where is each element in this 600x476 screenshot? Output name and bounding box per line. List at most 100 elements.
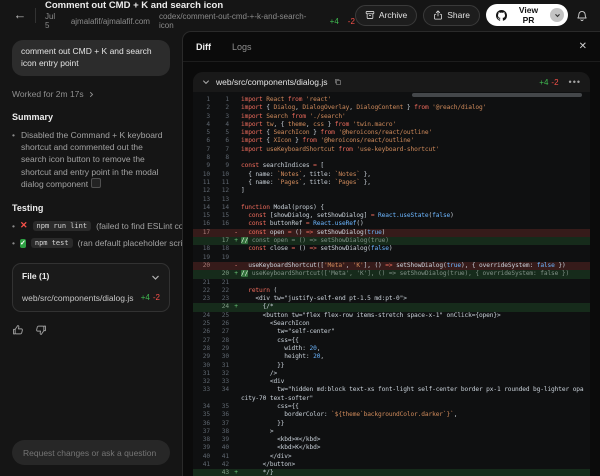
close-icon[interactable]: ✕: [579, 41, 587, 52]
branch-name: codex/comment-out-cmd-+-k-and-search-ico…: [159, 12, 321, 30]
file-diff-counts: +4 -2: [141, 293, 160, 302]
diff-row: 3839 <kbd>⌘</kbd>: [193, 436, 590, 444]
diff-row: 1111 { name: `Pages`, title: `Pages` },: [193, 179, 590, 187]
test-command: npm run lint: [33, 221, 92, 231]
chevron-right-icon: [88, 89, 95, 99]
thumbs-up-button[interactable]: [12, 322, 24, 337]
worked-for-label: Worked for 2m 17s: [12, 89, 84, 99]
diff-row: 66import { XIcon } from '@heroicons/reac…: [193, 137, 590, 145]
share-icon: [433, 10, 443, 20]
header-divider: [35, 8, 36, 23]
diff-row: 3132 />: [193, 370, 590, 378]
header-actions: Archive Share View PR: [355, 4, 590, 26]
pass-icon: ✓: [20, 239, 26, 248]
diff-row: 2930 height: 20,: [193, 353, 590, 361]
citation-icon[interactable]: [91, 178, 101, 188]
test-row: • ✓ npm test (ran default placeholder sc…: [12, 238, 170, 248]
diff-row: 1515 const [showDialog, setShowDialog] =…: [193, 212, 590, 220]
diff-row: 2526 <SearchIcon: [193, 320, 590, 328]
diff-file-path: web/src/components/dialog.js: [216, 77, 328, 87]
bullet-icon: •: [12, 129, 15, 191]
share-button[interactable]: Share: [423, 5, 480, 26]
file-list-item[interactable]: web/src/components/dialog.js +4 -2: [13, 287, 169, 311]
diff-row: 4041 </div>: [193, 453, 590, 461]
copy-icon[interactable]: [334, 78, 342, 86]
files-card: File (1) web/src/components/dialog.js +4…: [12, 263, 170, 311]
diff-code: 11import React from 'react'22import { Di…: [193, 92, 590, 476]
app-window: ← Comment out CMD + K and search icon Ju…: [0, 0, 600, 476]
github-icon: [496, 9, 507, 20]
diff-row: 1616 const buttonRef = React.useRef(): [193, 220, 590, 228]
worked-for-toggle[interactable]: Worked for 2m 17s: [12, 89, 170, 99]
user-message-bubble: comment out CMD + K and search icon entr…: [12, 40, 170, 76]
bullet-icon: •: [12, 238, 15, 248]
diff-row: 1212]: [193, 187, 590, 195]
diff-row: 44import tw, { theme, css } from 'twin.m…: [193, 121, 590, 129]
diff-row: 3031 }}: [193, 362, 590, 370]
diff-row: 22import { Dialog, DialogOverlay, Dialog…: [193, 104, 590, 112]
diff-row: 2121: [193, 279, 590, 287]
thumbs-down-button[interactable]: [35, 322, 47, 337]
diff-row: 24+ {/*: [193, 303, 590, 311]
additions-count: +4: [330, 17, 339, 26]
view-pr-button[interactable]: View PR: [486, 4, 568, 26]
deletions-count: -2: [348, 17, 355, 26]
file-diff-card: web/src/components/dialog.js +4 -2 ••• 1…: [193, 72, 590, 476]
share-label: Share: [447, 10, 470, 20]
task-date: Jul 5: [45, 12, 62, 30]
notifications-bell-icon[interactable]: [574, 8, 590, 23]
feedback-row: [12, 322, 170, 337]
diff-row: 20- useKeyboardShortcut(['Meta', 'K'], (…: [193, 262, 590, 270]
diff-counts: +4 -2: [539, 78, 558, 87]
bullet-icon: •: [12, 221, 15, 231]
diff-row: 77import useKeyboardShortcut from 'use-k…: [193, 146, 590, 154]
summary-item: • Disabled the Command + K keyboard shor…: [12, 129, 170, 191]
top-header: ← Comment out CMD + K and search icon Ju…: [0, 0, 600, 30]
more-options-icon[interactable]: •••: [565, 77, 581, 87]
diff-row: 2728 css={{: [193, 337, 590, 345]
diff-row: 3637 }}: [193, 420, 590, 428]
diff-row: 17- const open = () => setShowDialog(tru…: [193, 229, 590, 237]
diff-row: 43+ */}: [193, 469, 590, 476]
test-row: • ✕ npm run lint (failed to find ESLint …: [12, 220, 170, 231]
diff-row: 88: [193, 154, 590, 162]
test-command: npm test: [31, 238, 73, 248]
file-diff-header[interactable]: web/src/components/dialog.js +4 -2 •••: [193, 72, 590, 92]
diff-panel: Diff Logs ✕ web/src/components/dialog.js…: [182, 31, 600, 476]
testing-heading: Testing: [12, 203, 170, 213]
back-button[interactable]: ←: [10, 5, 30, 25]
tab-logs[interactable]: Logs: [232, 42, 252, 52]
summary-heading: Summary: [12, 112, 170, 122]
diff-row: 3233 <div: [193, 378, 590, 386]
tab-diff[interactable]: Diff: [196, 42, 211, 52]
diff-row: 55import { SearchIcon } from '@heroicons…: [193, 129, 590, 137]
diff-row: 1414function Modal(props) {: [193, 204, 590, 212]
followup-input[interactable]: [12, 440, 170, 465]
archive-button[interactable]: Archive: [355, 5, 417, 26]
fail-icon: ✕: [20, 220, 28, 231]
view-pr-dropdown[interactable]: [550, 8, 564, 22]
diff-row: 20+// useKeyboardShortcut(['Meta', 'K'],…: [193, 270, 590, 278]
repo-name: ajmalafif/ajmalafif.com: [71, 17, 150, 26]
task-meta: Jul 5 ajmalafif/ajmalafif.com codex/comm…: [45, 12, 355, 30]
diff-row: 17+// const open = () => setShowDialog(t…: [193, 237, 590, 245]
chevron-down-icon: [151, 271, 160, 281]
diff-row: 1818 const close = () => setShowDialog(f…: [193, 245, 590, 253]
view-pr-label: View PR: [512, 5, 545, 25]
files-card-header[interactable]: File (1): [13, 264, 169, 286]
panel-tabs: Diff Logs ✕: [183, 32, 600, 62]
diff-row: 2627 tw="self-center": [193, 328, 590, 336]
task-title-block: Comment out CMD + K and search icon Jul …: [45, 0, 355, 30]
summary-text: Disabled the Command + K keyboard shortc…: [21, 129, 170, 191]
files-card-title: File (1): [22, 271, 49, 281]
diff-row: 1010 { name: `Notes`, title: `Notes` },: [193, 171, 590, 179]
chevron-down-icon[interactable]: [202, 78, 210, 86]
horizontal-scrollbar[interactable]: [412, 93, 582, 97]
archive-label: Archive: [379, 10, 407, 20]
diff-row: 2829 width: 20,: [193, 345, 590, 353]
diff-row: 2222 return (: [193, 287, 590, 295]
diff-row: 33import Search from './search': [193, 113, 590, 121]
diff-row: 2323 <div tw="justify-self-end pt-1.5 md…: [193, 295, 590, 303]
diff-row: 2425 <button tw="flex flex-row items-str…: [193, 312, 590, 320]
diff-row: 1919: [193, 254, 590, 262]
